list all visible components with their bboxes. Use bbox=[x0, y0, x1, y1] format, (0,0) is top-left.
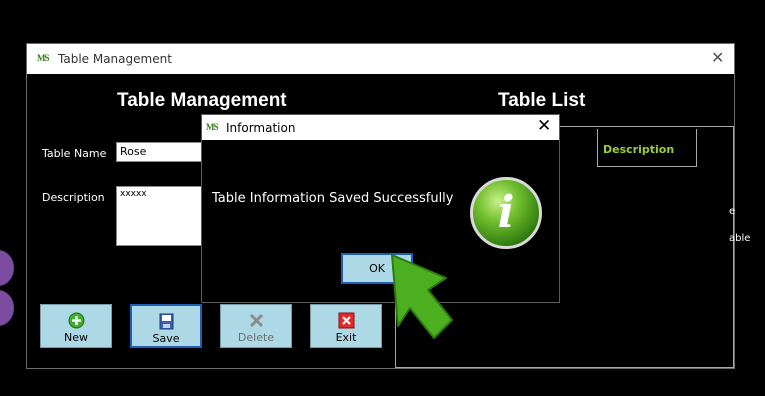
app-logo-icon: MS bbox=[206, 122, 219, 132]
description-field[interactable]: xxxxx bbox=[116, 186, 206, 246]
new-button-label: New bbox=[64, 331, 88, 344]
exit-button-label: Exit bbox=[335, 331, 357, 344]
table-name-field[interactable]: Rose bbox=[116, 142, 206, 162]
delete-button-label: Delete bbox=[237, 331, 275, 344]
column-header-description[interactable]: Description bbox=[603, 143, 674, 156]
app-logo-icon: MS bbox=[37, 53, 50, 63]
window-titlebar: MS Table Management ✕ bbox=[27, 44, 734, 74]
exit-icon bbox=[338, 312, 355, 329]
info-letter: i bbox=[497, 187, 515, 238]
partial-text: e bbox=[729, 206, 736, 217]
description-label: Description bbox=[42, 191, 105, 204]
column-divider bbox=[597, 129, 598, 167]
delete-button[interactable]: Delete bbox=[220, 304, 292, 348]
save-icon bbox=[158, 313, 175, 330]
decorative-shape bbox=[0, 250, 14, 286]
delete-icon bbox=[248, 312, 265, 329]
decorative-shape bbox=[0, 290, 14, 326]
window-title: Table Management bbox=[58, 52, 172, 66]
close-icon[interactable]: ✕ bbox=[711, 48, 724, 68]
form-heading: Table Management bbox=[117, 90, 287, 111]
save-button[interactable]: Save bbox=[130, 304, 202, 348]
column-divider bbox=[696, 129, 697, 167]
header-divider bbox=[597, 166, 697, 167]
table-list-heading: Table List bbox=[498, 90, 586, 111]
new-button[interactable]: New bbox=[40, 304, 112, 348]
partial-text: able bbox=[729, 233, 751, 244]
close-icon[interactable]: ✕ bbox=[537, 116, 551, 136]
information-icon: i bbox=[470, 177, 542, 249]
dialog-title: Information bbox=[226, 121, 296, 135]
add-icon bbox=[68, 312, 85, 329]
table-name-label: Table Name bbox=[42, 147, 107, 160]
dialog-message: Table Information Saved Successfully bbox=[212, 191, 454, 206]
pointer-arrow-icon bbox=[391, 254, 453, 339]
save-button-label: Save bbox=[152, 332, 180, 345]
dialog-titlebar: MS Information ✕ bbox=[202, 115, 559, 140]
